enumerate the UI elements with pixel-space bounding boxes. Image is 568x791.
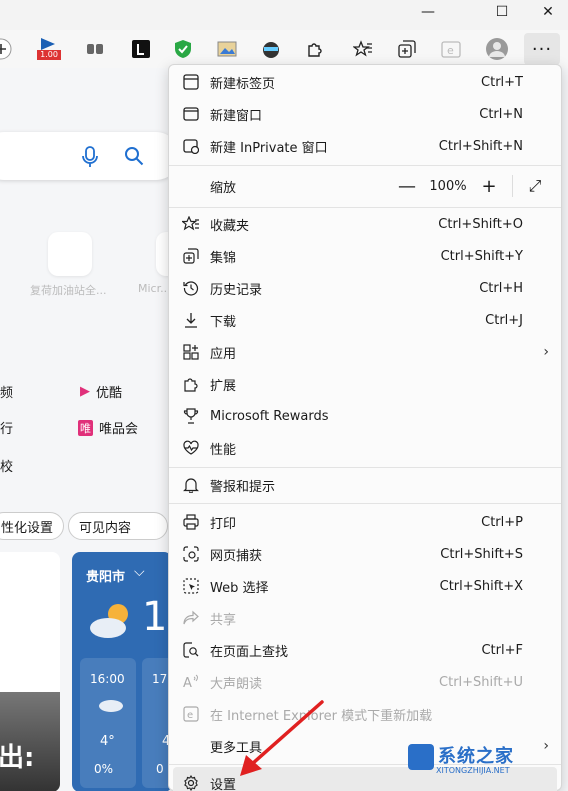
cloud-sun-icon — [86, 600, 136, 644]
visible-content-button[interactable]: 可见内容 — [68, 512, 168, 540]
zoom-out-button[interactable]: — — [392, 176, 422, 197]
site-link[interactable]: 校 — [0, 456, 13, 475]
favorites-icon[interactable] — [350, 36, 376, 62]
weather-card[interactable]: 贵阳市 ⌵ 1 16:00 4° 0% 17: 4 0 — [72, 552, 172, 791]
menu-item-web-select[interactable]: Web 选择 Ctrl+Shift+X — [169, 570, 561, 602]
menu-item-rewards[interactable]: Microsoft Rewards — [169, 400, 561, 432]
site-link[interactable]: 行 — [0, 418, 13, 437]
read-aloud-icon: A — [181, 672, 201, 692]
quick-link-label: 复荷加油站全... — [30, 284, 107, 297]
extensions-puzzle-icon — [181, 374, 201, 394]
svg-text:e: e — [447, 44, 454, 57]
menu-item-alerts[interactable]: 警报和提示 — [169, 469, 561, 501]
forecast-slot: 16:00 4° 0% — [80, 658, 136, 788]
bell-icon — [181, 475, 201, 495]
menu-separator — [169, 165, 561, 166]
quick-link-tile[interactable] — [48, 232, 92, 276]
ie-mode-icon: e — [181, 704, 201, 724]
shield-icon[interactable] — [170, 36, 196, 62]
personalize-button[interactable]: 性化设置 — [0, 512, 65, 540]
share-icon — [181, 608, 201, 628]
favorites-icon — [181, 214, 201, 234]
spy-extension-icon[interactable] — [258, 36, 284, 62]
menu-item-downloads[interactable]: 下载 Ctrl+J — [169, 304, 561, 336]
site-link[interactable]: 频 — [0, 382, 13, 401]
menu-item-find[interactable]: 在页面上查找 Ctrl+F — [169, 634, 561, 666]
gear-icon — [181, 773, 201, 791]
heartbeat-icon — [181, 438, 201, 458]
chevron-right-icon: › — [543, 344, 549, 360]
history-icon — [181, 278, 201, 298]
search-actions — [82, 146, 144, 173]
menu-item-new-inprivate[interactable]: 新建 InPrivate 窗口 Ctrl+Shift+N — [169, 130, 561, 162]
weather-city: 贵阳市 — [86, 570, 126, 585]
menu-separator — [169, 503, 561, 504]
minimize-button[interactable]: — — [408, 0, 448, 24]
extension-dots-icon[interactable] — [82, 36, 108, 62]
web-select-icon — [181, 576, 201, 596]
quick-link-label: Micr... — [138, 282, 171, 295]
menu-item-favorites[interactable]: 收藏夹 Ctrl+Shift+O — [169, 208, 561, 240]
menu-item-ie-mode[interactable]: e 在 Internet Explorer 模式下重新加载 — [169, 698, 561, 730]
youku-icon: ▶ — [80, 384, 90, 399]
close-button[interactable]: ✕ — [528, 0, 568, 24]
printer-icon — [181, 512, 201, 532]
site-link-youku[interactable]: ▶ 优酷 — [80, 382, 122, 401]
zoom-control: — 100% + ⤢ — [392, 175, 549, 197]
collections-icon — [181, 246, 201, 266]
profile-avatar[interactable] — [484, 36, 510, 62]
menu-item-print[interactable]: 打印 Ctrl+P — [169, 506, 561, 538]
ie-mode-icon[interactable]: e — [438, 36, 464, 62]
svg-text:A: A — [183, 676, 192, 690]
trophy-icon — [181, 406, 201, 426]
add-tab-icon[interactable] — [0, 36, 14, 62]
search-icon[interactable] — [124, 146, 144, 173]
menu-item-extensions[interactable]: 扩展 — [169, 368, 561, 400]
menu-item-web-capture[interactable]: 网页捕获 Ctrl+Shift+S — [169, 538, 561, 570]
svg-text:e: e — [187, 710, 193, 721]
menu-item-share[interactable]: 共享 — [169, 602, 561, 634]
zoom-divider — [512, 175, 513, 197]
menu-item-read-aloud[interactable]: A 大声朗读 Ctrl+Shift+U — [169, 666, 561, 698]
zoom-in-button[interactable]: + — [474, 176, 504, 197]
extension-l-icon[interactable] — [128, 36, 154, 62]
extension-badge-text: 1.00 — [40, 50, 58, 59]
web-capture-icon — [181, 544, 201, 564]
cloud-icon — [98, 696, 124, 716]
menu-item-collections[interactable]: 集锦 Ctrl+Shift+Y — [169, 240, 561, 272]
menu-item-apps[interactable]: 应用 › — [169, 336, 561, 368]
apps-icon — [181, 342, 201, 362]
menu-item-history[interactable]: 历史记录 Ctrl+H — [169, 272, 561, 304]
menu-item-new-tab[interactable]: 新建标签页 Ctrl+T — [169, 66, 561, 98]
house-logo-icon — [408, 744, 434, 770]
watermark: 系统之家 XITONGZHIJIA.NET — [408, 740, 558, 784]
maximize-button[interactable]: ☐ — [482, 0, 522, 24]
find-on-page-icon — [181, 640, 201, 660]
menu-item-zoom: 缩放 — 100% + ⤢ — [169, 169, 561, 203]
vip-icon: 唯 — [78, 419, 93, 436]
zoom-level: 100% — [429, 178, 467, 194]
menu-item-performance[interactable]: 性能 — [169, 432, 561, 464]
title-bar: — ☐ ✕ — [0, 0, 568, 30]
settings-and-more-menu: 新建标签页 Ctrl+T 新建窗口 Ctrl+N 新建 InPrivate 窗口… — [168, 64, 562, 791]
menu-item-new-window[interactable]: 新建窗口 Ctrl+N — [169, 98, 561, 130]
settings-and-more-button[interactable]: ··· — [524, 33, 560, 65]
image-extension-icon[interactable] — [214, 36, 240, 62]
new-window-icon — [181, 104, 201, 124]
news-card[interactable]: 出: — [0, 552, 60, 791]
weather-temp: 1 — [142, 594, 168, 640]
new-tab-icon — [181, 72, 201, 92]
chevron-down-icon[interactable]: ⌵ — [134, 564, 145, 580]
site-link-vip[interactable]: 唯 唯品会 — [78, 418, 138, 437]
fullscreen-button[interactable]: ⤢ — [521, 176, 549, 196]
extensions-puzzle-icon[interactable] — [302, 36, 328, 62]
collections-icon[interactable] — [394, 36, 420, 62]
menu-separator — [169, 467, 561, 468]
download-icon — [181, 310, 201, 330]
inprivate-icon — [181, 136, 201, 156]
microphone-icon[interactable] — [82, 146, 98, 173]
